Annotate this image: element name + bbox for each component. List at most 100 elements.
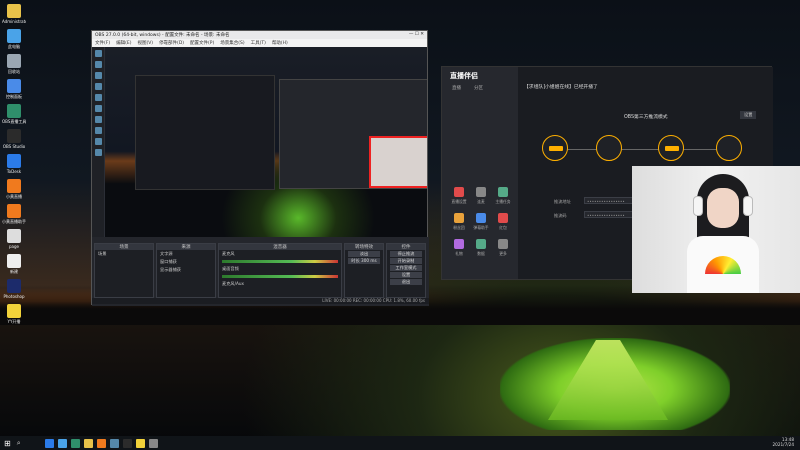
source-item[interactable]: 窗口捕获 (157, 258, 215, 266)
app-icon (7, 229, 21, 243)
exit-button[interactable]: 退出 (390, 279, 422, 285)
menu-item[interactable]: 场景集合(S) (220, 40, 244, 46)
desktop-icon[interactable]: OBS直播工具 (2, 104, 26, 125)
feature-icon[interactable] (476, 239, 486, 249)
desktop-icon[interactable]: YY开播 (2, 304, 26, 325)
obs-statusbar: LIVE: 00:00:00 REC: 00:00:00 CPU: 1.8%, … (92, 298, 429, 304)
menu-item[interactable]: 文件(F) (95, 40, 110, 46)
obs-left-toolbar (92, 47, 104, 237)
desktop-icon-label: 小黄直播助手 (2, 219, 26, 224)
obs-preview[interactable] (105, 47, 427, 237)
flow-node-key (716, 135, 742, 161)
stream-title: 【求组队]小姐姐在线】已经开播了 (524, 85, 598, 90)
scene-item[interactable]: 场景 (95, 250, 153, 258)
volume-meter[interactable] (222, 260, 338, 263)
window-controls[interactable]: — ☐ ✕ (409, 32, 424, 38)
desktop-icon-label: 此电脑 (8, 44, 20, 49)
menu-item[interactable]: 视图(V) (137, 40, 153, 46)
tool-icon[interactable] (94, 127, 102, 134)
obs-titlebar[interactable]: OBS 27.0.0 (64-bit, windows) - 配置文件: 未命名… (92, 31, 427, 39)
app-icon (7, 129, 21, 143)
taskbar: ⊞ ⌕ 13:48 2021/7/24 (0, 436, 800, 450)
tool-icon[interactable] (94, 116, 102, 123)
desktop-icon-label: page (9, 244, 19, 249)
desktop-icon-label: Administrator (2, 19, 26, 24)
mode-label: OBS第三方推流模式 (624, 115, 668, 120)
desktop-icon[interactable]: 回收站 (2, 54, 26, 75)
studio-mode-button[interactable]: 工作室模式 (390, 265, 422, 271)
taskbar-app-icon[interactable] (148, 438, 158, 448)
desktop-icon-label: OBS Studio (2, 144, 26, 149)
tool-icon[interactable] (94, 83, 102, 90)
menu-item[interactable]: 配置文件(P) (190, 40, 214, 46)
tab-live[interactable]: 直播 (452, 85, 461, 91)
desktop-icon[interactable]: OBS Studio (2, 129, 26, 149)
feature-label: 粉丝团 (453, 225, 465, 230)
tool-icon[interactable] (94, 61, 102, 68)
desktop-icon[interactable]: Photoshop (2, 279, 26, 299)
feature-icon[interactable] (498, 213, 508, 223)
tab-category[interactable]: 分区 (474, 85, 483, 91)
app-icon (7, 79, 21, 93)
tool-icon[interactable] (94, 105, 102, 112)
obs-menubar: 文件(F) 编辑(E) 视图(V) 停靠部件(D) 配置文件(P) 场景集合(S) 工具(T… (92, 39, 427, 47)
feature-icon[interactable] (454, 213, 464, 223)
clock-date[interactable]: 2021/7/24 (773, 442, 794, 447)
desktop-icon[interactable]: page (2, 229, 26, 249)
tool-icon[interactable] (94, 72, 102, 79)
taskbar-app-icon[interactable] (135, 438, 145, 448)
streamer-image (687, 174, 759, 293)
start-record-button[interactable]: 开始录制 (390, 258, 422, 264)
desktop-icon[interactable]: Administrator (2, 4, 26, 24)
scenes-dock: 场景 场景 (94, 243, 154, 298)
taskbar-app-icon[interactable] (57, 438, 67, 448)
webcam-source[interactable] (369, 136, 427, 188)
menu-item[interactable]: 工具(T) (251, 40, 266, 46)
volume-meter[interactable] (222, 275, 338, 278)
settings-button[interactable]: 设置 (390, 272, 422, 278)
feature-label: 更多 (499, 251, 507, 256)
stop-stream-button[interactable]: 停止推流 (390, 251, 422, 257)
search-icon[interactable]: ⌕ (17, 439, 21, 448)
desktop-icon[interactable]: 小黄直播助手 (2, 204, 26, 225)
desktop-icon[interactable]: 小黄直播 (2, 179, 26, 200)
desktop-icon[interactable]: 新建 (2, 254, 26, 275)
duration-input[interactable]: 时长 300 ms (348, 258, 380, 264)
source-item[interactable]: 文字源 (157, 250, 215, 258)
feature-icon[interactable] (476, 213, 486, 223)
app-icon (7, 29, 21, 43)
start-icon[interactable]: ⊞ (4, 439, 11, 448)
feature-icon[interactable] (454, 187, 464, 197)
taskbar-app-icon[interactable] (44, 438, 54, 448)
tool-icon[interactable] (94, 149, 102, 156)
desktop-icon[interactable]: ToDesk (2, 154, 26, 174)
app-icon (7, 154, 21, 168)
transition-select[interactable]: 淡出 (348, 251, 380, 257)
feature-label: 直播设置 (451, 199, 467, 204)
desktop-icon[interactable]: 控制面板 (2, 79, 26, 100)
feature-icon[interactable] (476, 187, 486, 197)
menu-item[interactable]: 停靠部件(D) (159, 40, 184, 46)
taskbar-app-icon[interactable] (83, 438, 93, 448)
menu-item[interactable]: 帮助(H) (272, 40, 288, 46)
tool-icon[interactable] (94, 94, 102, 101)
feature-icon[interactable] (498, 187, 508, 197)
taskbar-app-icon[interactable] (70, 438, 80, 448)
tool-icon[interactable] (94, 138, 102, 145)
feature-icon[interactable] (498, 239, 508, 249)
settings-button[interactable]: 设置 (740, 111, 757, 119)
source-item[interactable]: 显示器捕获 (157, 266, 215, 274)
taskbar-app-icon[interactable] (122, 438, 132, 448)
nested-preview (135, 75, 275, 190)
tool-icon[interactable] (94, 50, 102, 57)
menu-item[interactable]: 编辑(E) (116, 40, 131, 46)
flow-node-url (596, 135, 622, 161)
app-icon (7, 204, 21, 218)
taskbar-app-icon[interactable] (109, 438, 119, 448)
taskbar-app-icon[interactable] (96, 438, 106, 448)
webcam-overlay (632, 166, 800, 293)
flow-node-obs (542, 135, 568, 161)
taskbar-apps (41, 438, 158, 448)
feature-icon[interactable] (454, 239, 464, 249)
desktop-icon[interactable]: 此电脑 (2, 29, 26, 50)
